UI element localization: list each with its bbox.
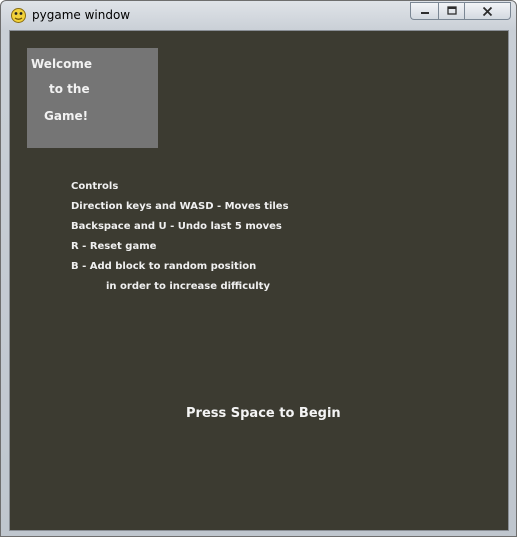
title-bar[interactable]: pygame window	[1, 1, 516, 30]
start-prompt: Press Space to Begin	[186, 406, 341, 421]
window-controls	[410, 2, 511, 21]
game-canvas[interactable]: Welcome to the Game! Controls Direction …	[9, 30, 509, 531]
maximize-icon	[446, 6, 457, 15]
close-icon	[482, 6, 493, 16]
control-item: R - Reset game	[71, 241, 157, 252]
close-button[interactable]	[464, 2, 511, 20]
controls-heading: Controls	[71, 181, 119, 192]
pygame-window: pygame window Welcome to the Game! Contr…	[0, 0, 517, 537]
welcome-line: Welcome	[31, 57, 93, 71]
maximize-button[interactable]	[438, 2, 464, 20]
control-item: B - Add block to random position	[71, 261, 257, 272]
welcome-line: Game!	[44, 109, 89, 123]
control-item: in order to increase difficulty	[106, 281, 270, 292]
window-title: pygame window	[32, 8, 131, 22]
control-item: Direction keys and WASD - Moves tiles	[71, 201, 289, 212]
minimize-button[interactable]	[410, 2, 438, 20]
minimize-icon	[420, 12, 429, 14]
pygame-snake-icon	[11, 8, 26, 23]
welcome-line: to the	[49, 82, 90, 96]
control-item: Backspace and U - Undo last 5 moves	[71, 221, 282, 232]
